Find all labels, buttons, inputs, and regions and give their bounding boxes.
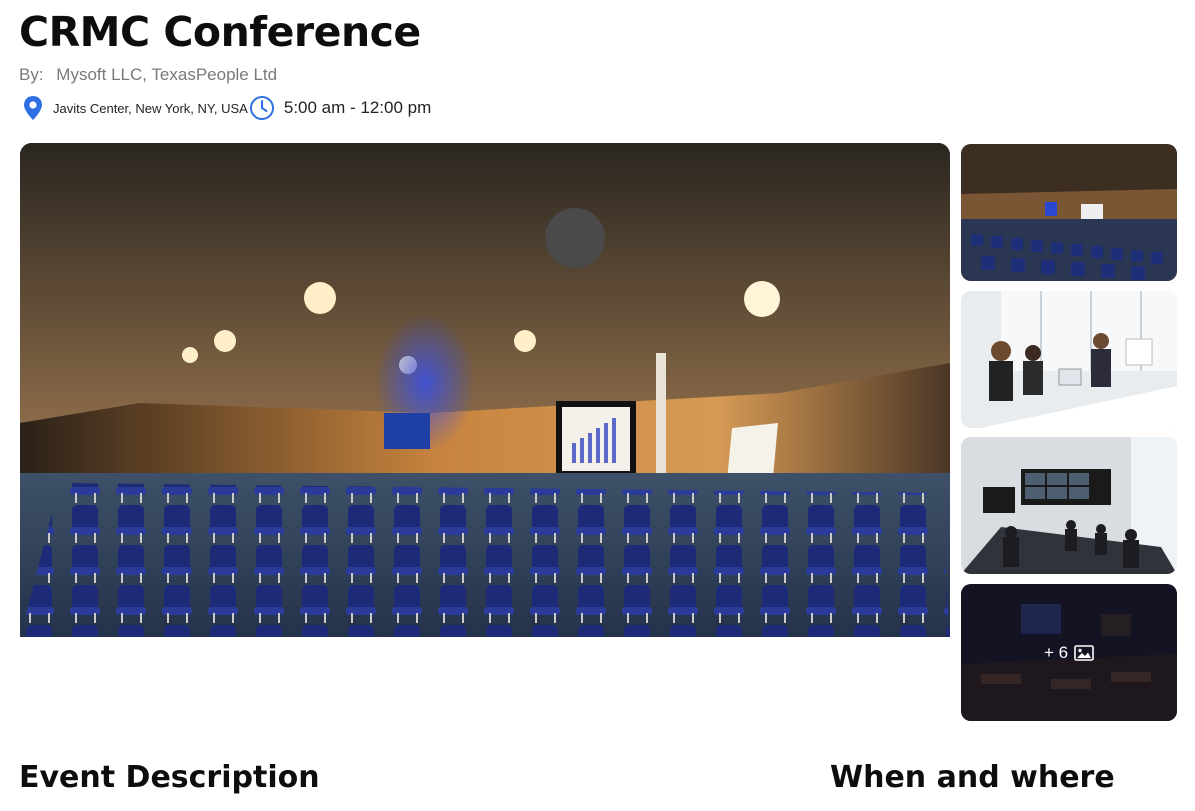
thumbnail-lecture-hall[interactable]: [961, 144, 1177, 281]
event-time: 5:00 am - 12:00 pm: [283, 98, 432, 117]
event-meta: Javits Center, New York, NY, USA 5:00 am…: [19, 93, 431, 123]
event-title: CRMC Conference: [19, 8, 421, 56]
by-label: By:: [19, 65, 44, 84]
organizers-link[interactable]: Mysoft LLC, TexasPeople Ltd: [56, 65, 277, 84]
thumbnail-video-conference[interactable]: [961, 437, 1177, 574]
more-photos-count: + 6: [1043, 642, 1069, 662]
when-and-where-heading: When and where: [830, 760, 1115, 795]
organizer-line: By: Mysoft LLC, TexasPeople Ltd: [19, 65, 277, 85]
location-pin-icon: [19, 94, 47, 122]
main-event-image[interactable]: [20, 143, 950, 637]
more-photos-overlay[interactable]: + 6: [961, 584, 1177, 721]
image-gallery-icon: [1074, 644, 1094, 661]
clock-icon: [248, 94, 276, 122]
event-location[interactable]: Javits Center, New York, NY, USA: [53, 101, 248, 116]
thumbnail-meeting-presentation[interactable]: [961, 291, 1177, 428]
thumbnail-dining-hall[interactable]: + 6: [961, 584, 1177, 721]
event-description-heading: Event Description: [19, 760, 320, 795]
